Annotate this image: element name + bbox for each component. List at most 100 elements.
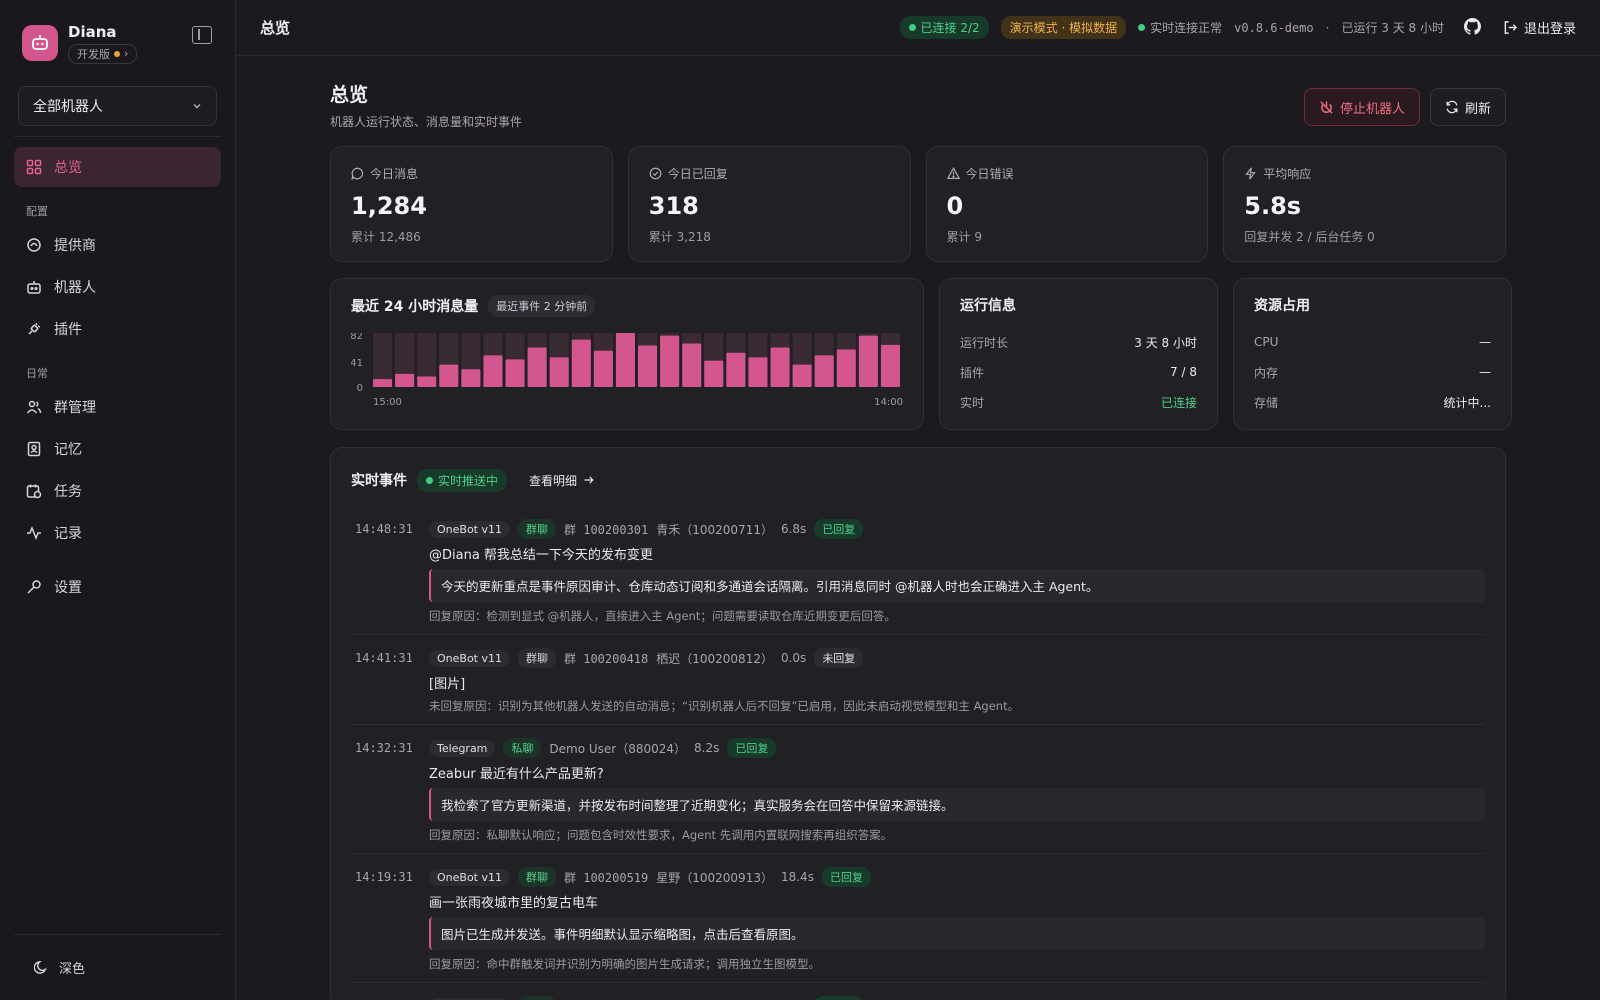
stop-bot-button[interactable]: 停止机器人	[1303, 88, 1420, 126]
view-details-link[interactable]: 查看明细	[529, 472, 595, 489]
info-key: CPU	[1254, 335, 1279, 349]
latency-label: 8.2s	[694, 741, 720, 755]
page-header: 总览 机器人运行状态、消息量和实时事件 停止机器人 刷新	[330, 56, 1506, 146]
bar[interactable]	[726, 352, 746, 387]
bar[interactable]	[483, 355, 503, 387]
bar[interactable]	[461, 369, 481, 387]
chat-type-tag: 群聊	[518, 648, 556, 668]
info-key: 运行时长	[960, 335, 1009, 350]
refresh-button[interactable]: 刷新	[1429, 88, 1506, 126]
sidebar-item-overview[interactable]: 总览	[14, 147, 221, 187]
bar[interactable]	[527, 347, 547, 387]
events-card: 实时事件 实时推送中 查看明细 14:48:31 OneBot v11 群聊群 10…	[330, 447, 1506, 1000]
bot-select[interactable]: 全部机器人	[18, 86, 217, 126]
info-key: 插件	[960, 365, 985, 380]
check-circle-icon	[649, 167, 662, 180]
stat-value: 1,284	[351, 192, 427, 220]
arrow-right-icon	[584, 476, 594, 484]
sidebar-item-plugins[interactable]: 插件	[14, 309, 221, 349]
event-row[interactable]: 14:48:31 OneBot v11 群聊群 100200301 青禾（100200…	[351, 506, 1485, 635]
bar[interactable]	[395, 373, 415, 387]
bar[interactable]	[880, 344, 900, 387]
event-reason: 未回复原因：识别为其他机器人发送的自动消息；“识别机器人后不回复”已启用，因此未…	[429, 699, 1020, 713]
sidebar-item-settings[interactable]: 设置	[14, 567, 221, 607]
push-status-label: 实时推送中	[438, 473, 499, 488]
bar[interactable]	[615, 333, 635, 387]
sidebar-item-label: 记录	[54, 526, 82, 542]
sidebar-collapse-icon[interactable]	[192, 26, 212, 44]
group-id: 群 100200301	[564, 522, 649, 537]
user-label: 青禾（100200711）	[656, 522, 773, 537]
sidebar-item-groups[interactable]: 群管理	[14, 387, 221, 427]
event-message: @Diana 帮我总结一下今天的发布变更	[429, 548, 653, 563]
bar[interactable]	[417, 376, 437, 387]
event-message: 画一张雨夜城市里的复古电车	[429, 896, 599, 911]
stats-row: 今日消息 1,284 累计 12,486 今日已回复 318 累计 3,218 …	[330, 146, 1506, 262]
bot-select-value: 全部机器人	[33, 99, 103, 115]
edition-label: 开发版	[77, 47, 110, 61]
group-id: 群 100200519	[564, 870, 649, 885]
bar[interactable]	[593, 350, 613, 387]
sidebar-item-tasks[interactable]: 任务	[14, 471, 221, 511]
bar[interactable]	[505, 359, 525, 387]
info-value: 统计中...	[1443, 395, 1491, 410]
sidebar-item-memory[interactable]: 记忆	[14, 429, 221, 469]
event-meta: OneBot v11 群聊群 100200519 星野（100200913） 18.4…	[429, 866, 1485, 888]
bar[interactable]	[836, 349, 856, 387]
bar[interactable]	[748, 357, 768, 387]
stat-label: 今日错误	[965, 167, 1014, 181]
bar[interactable]	[571, 339, 591, 387]
logout-icon	[1504, 21, 1518, 34]
info-key: 内存	[1254, 365, 1279, 380]
bar[interactable]	[638, 345, 658, 387]
event-reply: 今天的更新重点是事件原因审计、仓库动态订阅和多通道会话隔离。引用消息同时 @机器…	[429, 569, 1485, 602]
event-meta: Telegram 私聊 Demo User（880024） 8.2s 已回复	[429, 737, 1485, 759]
stat-foot: 累计 12,486	[351, 230, 421, 244]
bar[interactable]	[858, 335, 878, 387]
sidebar-item-records[interactable]: 记录	[14, 513, 221, 553]
sidebar: Diana 开发版 › 全部机器人 总览 配置 提供商 机器人 插件 日常 群管…	[0, 0, 236, 1000]
resource-title: 资源占用	[1254, 298, 1310, 314]
event-row[interactable]: 14:32:31 Telegram 私聊 Demo User（880024） 8.2s 已…	[351, 725, 1485, 854]
chat-type-tag: 群聊	[518, 867, 556, 887]
y-tick-label: 0	[357, 383, 363, 394]
bar[interactable]	[439, 364, 459, 387]
event-row[interactable]: 14:03:31OneBot v11群聊群 100200301白榆（100201…	[351, 983, 1485, 1000]
info-value: —	[1479, 335, 1491, 349]
event-row[interactable]: 14:19:31 OneBot v11 群聊群 100200519 星野（100200…	[351, 854, 1485, 983]
reply-status-badge: 已回复	[727, 738, 777, 758]
bar[interactable]	[704, 360, 724, 387]
platform-tag: OneBot v11	[429, 649, 510, 667]
latency-label: 18.4s	[780, 870, 814, 884]
event-meta: OneBot v11群聊群 100200301白榆（100201014）4.9s…	[429, 995, 1485, 1000]
chart-header: 最近 24 小时消息量 最近事件 2 分钟前	[351, 295, 903, 317]
bar[interactable]	[373, 379, 393, 387]
event-row[interactable]: 14:41:31 OneBot v11 群聊群 100200418 栖迟（100200…	[351, 635, 1485, 725]
event-reply: 我检索了官方更新渠道，并按发布时间整理了近期变化；真实服务会在回答中保留来源链接…	[429, 788, 1485, 821]
version-label: v0.8.6-demo	[1234, 20, 1314, 35]
bar[interactable]	[549, 357, 569, 387]
logout-button[interactable]: 退出登录	[1503, 18, 1576, 37]
stat-foot: 回复并发 2 / 后台任务 0	[1244, 230, 1375, 244]
info-row: 实时 已连接	[960, 387, 1197, 417]
sidebar-divider	[14, 136, 221, 137]
bar[interactable]	[814, 355, 834, 387]
edition-badge[interactable]: 开发版 ›	[68, 43, 138, 64]
sidebar-item-providers[interactable]: 提供商	[14, 225, 221, 265]
info-key: 存储	[1254, 395, 1279, 410]
page-title: 总览	[330, 84, 369, 106]
bar[interactable]	[792, 364, 812, 387]
sidebar-item-label: 设置	[54, 580, 82, 596]
runtime-card: 运行信息 运行时长 3 天 8 小时 插件 7 / 8 实时 已连接	[939, 278, 1218, 430]
platform-tag: OneBot v11	[429, 520, 510, 538]
github-icon[interactable]	[1463, 17, 1481, 38]
message-volume-chart: 最近 24 小时消息量 最近事件 2 分钟前 82 41 0 15:00 14:00	[330, 278, 924, 430]
theme-toggle[interactable]: 深色	[14, 934, 221, 1000]
stat-card-replied: 今日已回复 318 累计 3,218	[627, 146, 911, 262]
content: 总览 机器人运行状态、消息量和实时事件 停止机器人 刷新 今日消息 1,284 …	[330, 56, 1512, 1000]
sidebar-item-bots[interactable]: 机器人	[14, 267, 221, 307]
bar[interactable]	[660, 335, 680, 387]
bar[interactable]	[682, 343, 702, 387]
overview-row: 最近 24 小时消息量 最近事件 2 分钟前 82 41 0 15:00 14:00 运…	[330, 278, 1512, 430]
bar[interactable]	[770, 347, 790, 387]
